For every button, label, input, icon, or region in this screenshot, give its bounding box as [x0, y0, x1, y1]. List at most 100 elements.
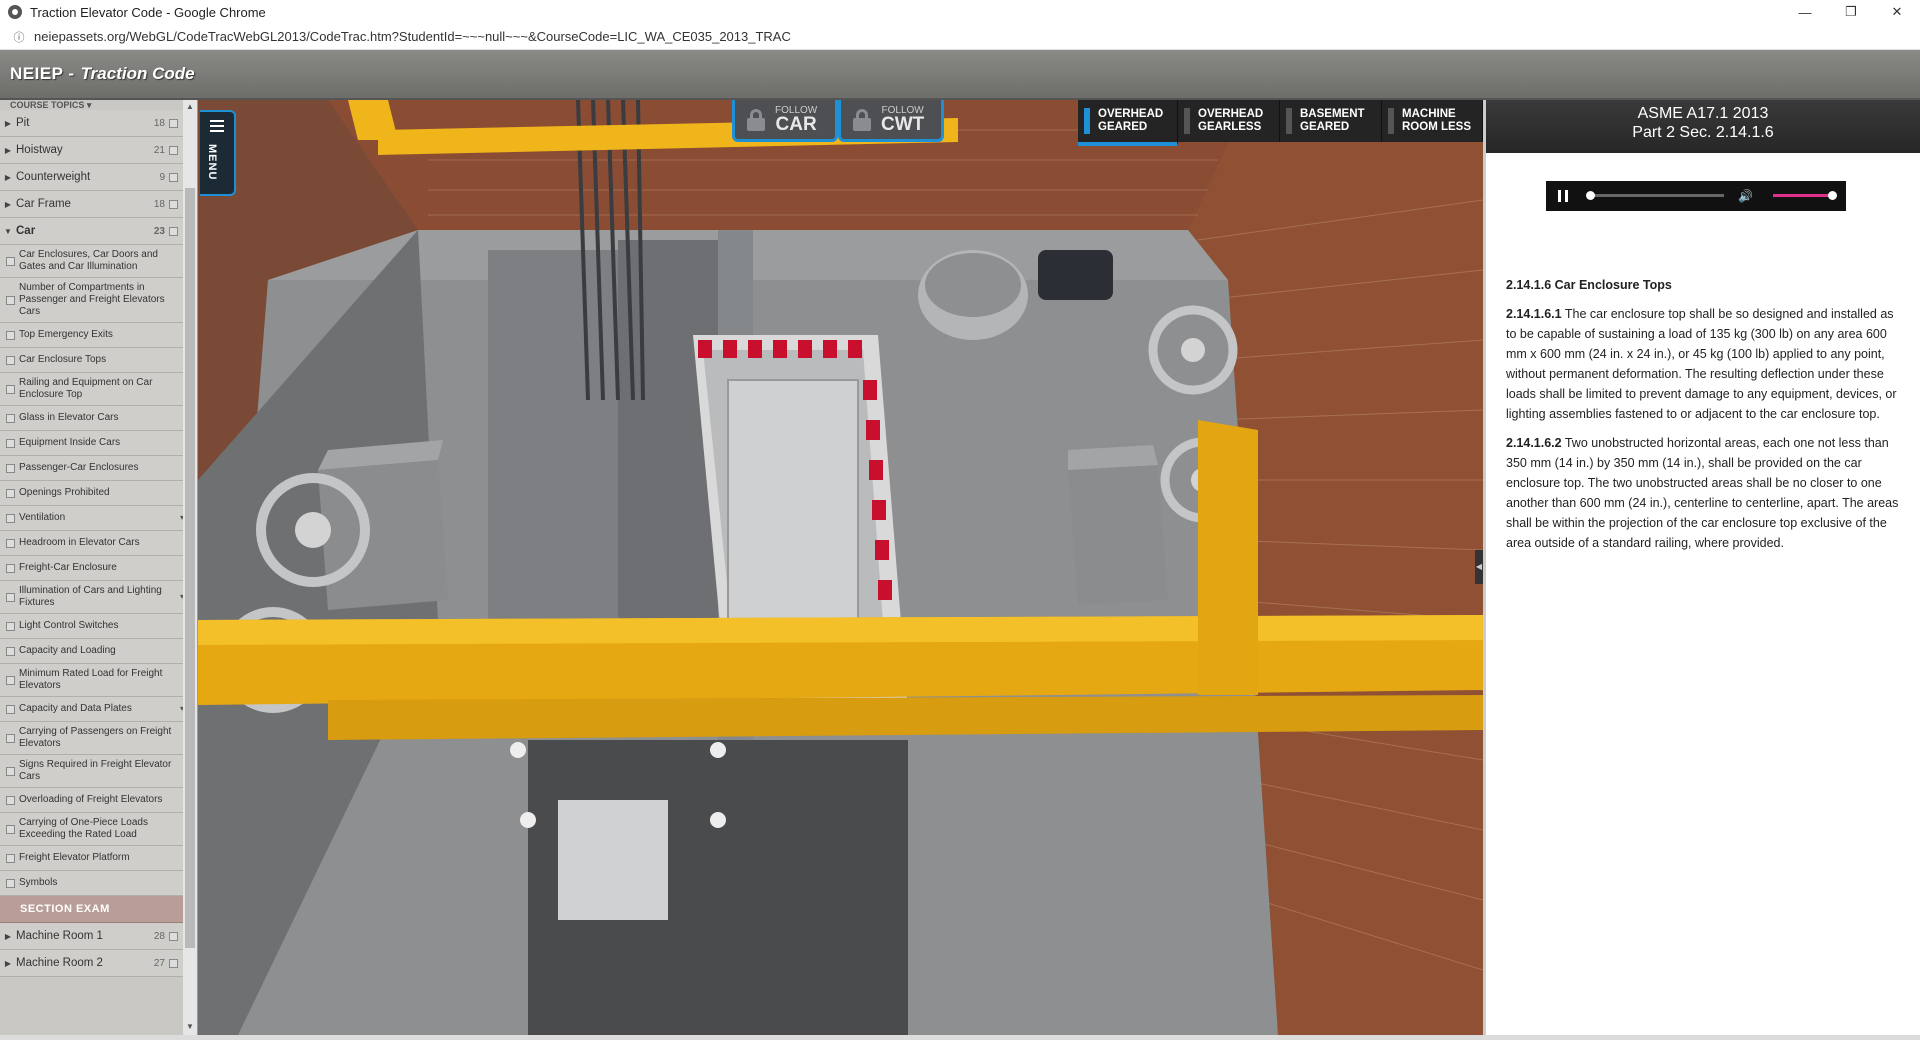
list-item[interactable]: Minimum Rated Load for Freight Elevators [0, 664, 184, 697]
tab-overhead-geared[interactable]: OVERHEAD GEARED [1078, 100, 1178, 146]
volume-slider[interactable] [1773, 194, 1833, 197]
checkbox[interactable] [6, 384, 15, 394]
list-item[interactable]: Capacity and Data Plates ▾ [0, 697, 184, 722]
tab-machine-room-less[interactable]: MACHINE ROOM LESS [1382, 100, 1483, 142]
checkbox[interactable] [169, 226, 178, 236]
scroll-up-icon[interactable]: ▲ [185, 102, 195, 112]
checkbox[interactable] [6, 704, 15, 714]
checkbox[interactable] [6, 621, 15, 631]
code-text-panel: ASME A17.1 2013 Part 2 Sec. 2.14.1.6 🔊 2… [1483, 100, 1920, 1035]
subtopic-label: Light Control Switches [19, 620, 119, 631]
checkbox[interactable] [6, 538, 15, 548]
list-item[interactable]: Illumination of Cars and Lighting Fixtur… [0, 581, 184, 614]
list-item[interactable]: Car Enclosures, Car Doors and Gates and … [0, 245, 184, 278]
subtopic-label: Openings Prohibited [19, 487, 110, 498]
volume-icon[interactable]: 🔊 [1738, 189, 1753, 203]
sidebar-item-counterweight[interactable]: ▶ Counterweight 9 [0, 164, 184, 191]
checkbox[interactable] [6, 824, 15, 834]
list-item[interactable]: Signs Required in Freight Elevator Cars [0, 755, 184, 788]
list-item[interactable]: Overloading of Freight Elevators [0, 788, 184, 813]
maximize-button[interactable]: ❐ [1828, 0, 1874, 24]
checkbox[interactable] [6, 295, 15, 305]
menu-button[interactable]: MENU [200, 110, 236, 196]
checkbox[interactable] [6, 853, 15, 863]
checkbox[interactable] [6, 592, 15, 602]
checkbox[interactable] [6, 413, 15, 423]
close-button[interactable]: ✕ [1874, 0, 1920, 24]
list-item[interactable]: Symbols [0, 871, 184, 896]
subtopic-label: Illumination of Cars and Lighting Fixtur… [19, 585, 162, 608]
checkbox[interactable] [6, 256, 15, 266]
audio-progress-knob[interactable] [1586, 191, 1595, 200]
follow-cwt-button[interactable]: FOLLOW CWT [838, 100, 944, 142]
pause-button[interactable] [1558, 190, 1568, 202]
scrollbar-thumb[interactable] [185, 188, 195, 948]
list-item[interactable]: Openings Prohibited [0, 481, 184, 506]
sidebar-item-hoistway[interactable]: ▶ Hoistway 21 [0, 137, 184, 164]
checkbox[interactable] [6, 488, 15, 498]
scroll-down-icon[interactable]: ▼ [185, 1022, 195, 1032]
list-item[interactable]: Carrying of Passengers on Freight Elevat… [0, 722, 184, 755]
elevator-3d-viewport[interactable]: MENU FOLLOW CAR FOLLOW CWT OVERHEAD GEARED … [198, 100, 1483, 1035]
list-item[interactable]: Freight-Car Enclosure [0, 556, 184, 581]
list-item[interactable]: Carrying of One-Piece Loads Exceeding th… [0, 813, 184, 846]
list-item[interactable]: Freight Elevator Platform [0, 846, 184, 871]
list-item[interactable]: Number of Compartments in Passenger and … [0, 278, 184, 323]
sidebar-item-car[interactable]: ▼ Car 23 [0, 218, 184, 245]
checkbox[interactable] [6, 733, 15, 743]
checkbox[interactable] [6, 675, 15, 685]
sidebar-item-pit[interactable]: ▶ Pit 18 [0, 110, 184, 137]
section-exam-button[interactable]: SECTION EXAM [0, 896, 184, 923]
checkbox[interactable] [6, 438, 15, 448]
url-text[interactable]: neiepassets.org/WebGL/CodeTracWebGL2013/… [34, 29, 791, 44]
follow-car-button[interactable]: FOLLOW CAR [732, 100, 838, 142]
checkbox[interactable] [6, 766, 15, 776]
list-item[interactable]: Ventilation ▾ [0, 506, 184, 531]
list-item[interactable]: Top Emergency Exits [0, 323, 184, 348]
checkbox[interactable] [6, 646, 15, 656]
sidebar-scrollbar[interactable]: ▲ ▼ [183, 100, 197, 1035]
list-item[interactable]: Capacity and Loading [0, 639, 184, 664]
code-paragraph-2: 2.14.1.6.2 Two unobstructed horizontal a… [1506, 436, 1899, 550]
checkbox[interactable] [6, 463, 15, 473]
list-item[interactable]: Glass in Elevator Cars [0, 406, 184, 431]
audio-progress-track[interactable] [1590, 194, 1724, 197]
checkbox[interactable] [6, 795, 15, 805]
app-brand: NEIEP - [10, 64, 75, 83]
list-item[interactable]: Passenger-Car Enclosures [0, 456, 184, 481]
checkbox[interactable] [6, 355, 15, 365]
panel-collapse-handle[interactable]: ◀ [1475, 550, 1483, 584]
tab-overhead-gearless[interactable]: OVERHEAD GEARLESS [1178, 100, 1280, 142]
course-topics-header[interactable]: COURSE TOPICS ▾ [0, 100, 184, 110]
checkbox[interactable] [6, 878, 15, 888]
subtopic-label: Freight Elevator Platform [19, 852, 130, 863]
subtopic-label: Signs Required in Freight Elevator Cars [19, 759, 172, 782]
volume-knob[interactable] [1828, 191, 1837, 200]
checkbox[interactable] [169, 931, 178, 941]
list-item[interactable]: Headroom in Elevator Cars [0, 531, 184, 556]
site-info-icon[interactable]: ⓘ [12, 30, 26, 44]
sidebar-item-machine-room-2[interactable]: ▶ Machine Room 2 27 [0, 950, 184, 977]
checkbox[interactable] [6, 330, 15, 340]
checkbox[interactable] [169, 958, 178, 968]
list-item[interactable]: Equipment Inside Cars [0, 431, 184, 456]
checkbox[interactable] [169, 118, 178, 128]
address-bar[interactable]: ⓘ neiepassets.org/WebGL/CodeTracWebGL201… [0, 24, 1920, 50]
checkbox[interactable] [169, 199, 178, 209]
subtopic-label: Capacity and Loading [19, 645, 116, 656]
code-content: 2.14.1.6 Car Enclosure Tops 2.14.1.6.1 T… [1506, 275, 1906, 562]
lock-icon [745, 108, 767, 131]
list-item[interactable]: Light Control Switches [0, 614, 184, 639]
checkbox[interactable] [6, 513, 15, 523]
checkbox[interactable] [169, 145, 178, 155]
list-item[interactable]: Railing and Equipment on Car Enclosure T… [0, 373, 184, 406]
tab-basement-geared[interactable]: BASEMENT GEARED [1280, 100, 1382, 142]
car-subtopic-list: Car Enclosures, Car Doors and Gates and … [0, 245, 184, 896]
checkbox[interactable] [6, 563, 15, 573]
sidebar-item-car-frame[interactable]: ▶ Car Frame 18 [0, 191, 184, 218]
sidebar-item-machine-room-1[interactable]: ▶ Machine Room 1 28 [0, 923, 184, 950]
minimize-button[interactable]: — [1782, 0, 1828, 24]
list-item[interactable]: Car Enclosure Tops [0, 348, 184, 373]
expand-triangle-icon: ▶ [4, 118, 12, 128]
checkbox[interactable] [169, 172, 178, 182]
